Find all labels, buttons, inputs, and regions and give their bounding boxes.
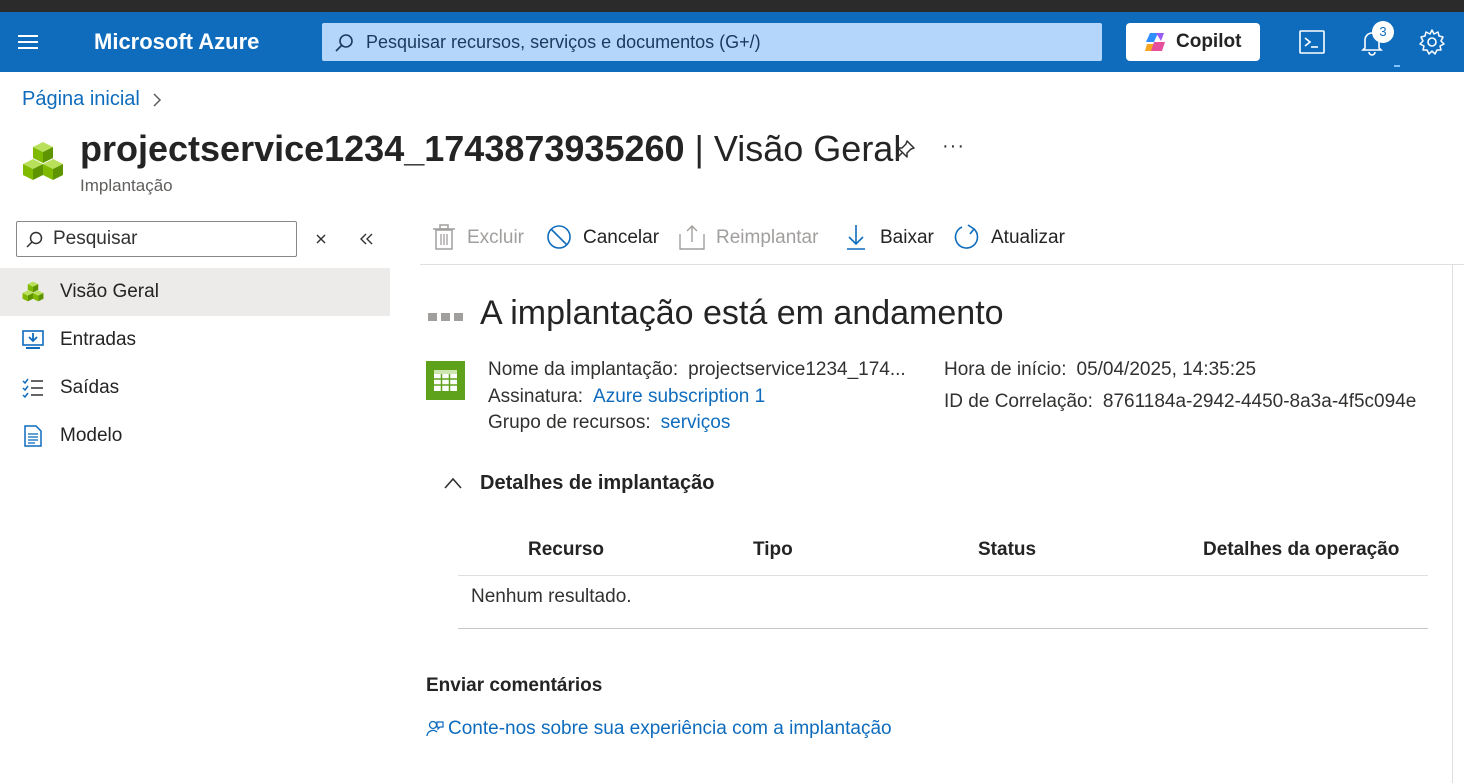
column-header-status[interactable]: Status: [978, 539, 1036, 561]
breadcrumb-home-link[interactable]: Página inicial: [22, 88, 140, 110]
deployment-name-value: projectservice1234_174...: [688, 359, 906, 380]
settings-gear-icon[interactable]: [1416, 26, 1448, 58]
nav-item-template[interactable]: Modelo: [0, 412, 390, 460]
chevron-right-icon: [153, 93, 162, 107]
delete-button[interactable]: Excluir: [432, 222, 528, 254]
refresh-icon: [954, 224, 979, 249]
nav-search[interactable]: [16, 221, 297, 257]
hamburger-menu-icon[interactable]: [16, 30, 40, 54]
cloud-shell-icon[interactable]: [1296, 26, 1328, 58]
column-header-type[interactable]: Tipo: [753, 539, 793, 561]
correlation-id-row: ID de Correlação: 8761184a-2942-4450-8a3a…: [944, 391, 1420, 413]
toolbar-divider: [420, 264, 1464, 265]
collapse-nav-icon[interactable]: [357, 230, 375, 248]
refresh-label: Atualizar: [991, 227, 1065, 248]
deployment-cubes-icon: [23, 142, 63, 180]
notification-indicator: [1394, 65, 1400, 67]
table-bottom-divider: [458, 628, 1428, 629]
nav-search-input[interactable]: [53, 222, 293, 256]
trash-icon: [433, 224, 455, 250]
template-document-icon: [24, 425, 42, 447]
cubes-icon: [22, 281, 44, 302]
deployment-name-label: Nome da implantação:: [488, 359, 679, 380]
subscription-link[interactable]: Azure subscription 1: [593, 386, 765, 407]
subscription-label: Assinatura:: [488, 386, 584, 407]
feedback-person-icon: [426, 720, 444, 737]
global-search-input[interactable]: [366, 23, 1086, 61]
table-empty-message: Nenhum resultado.: [471, 586, 632, 607]
start-time-row: Hora de início: 05/04/2025, 14:35:25: [944, 359, 1256, 381]
nav-item-label: Saídas: [60, 377, 120, 398]
nav-item-label: Visão Geral: [60, 281, 159, 302]
correlation-id-value: 8761184a-2942-4450-8a3a-4f5c094e: [1102, 391, 1417, 412]
cancel-circle-icon: [547, 225, 571, 249]
feedback-link-text: Conte-nos sobre sua experiência com a im…: [448, 718, 892, 739]
global-search[interactable]: [322, 23, 1102, 61]
notification-count-badge: 3: [1372, 21, 1394, 43]
copilot-label: Copilot: [1176, 31, 1242, 52]
feedback-title: Enviar comentários: [426, 675, 603, 696]
search-icon: [335, 34, 353, 52]
download-button[interactable]: Baixar: [846, 222, 936, 254]
pin-icon[interactable]: [893, 138, 917, 162]
top-header: Microsoft Azure Copilot 3: [0, 12, 1464, 72]
nav-item-outputs[interactable]: Saídas: [0, 364, 390, 412]
resource-group-label: Grupo de recursos:: [488, 412, 651, 433]
brand-title[interactable]: Microsoft Azure: [94, 29, 259, 55]
copilot-button[interactable]: Copilot: [1126, 23, 1260, 61]
cancel-label: Cancelar: [583, 227, 660, 248]
resource-group-row: Grupo de recursos: serviços: [488, 412, 730, 434]
deployment-name-row: Nome da implantação: projectservice1234_1…: [488, 359, 906, 381]
start-time-value: 05/04/2025, 14:35:25: [1076, 359, 1257, 380]
cancel-button[interactable]: Cancelar: [546, 222, 660, 254]
chevron-up-icon[interactable]: [443, 476, 463, 490]
correlation-id-label: ID de Correlação:: [944, 391, 1093, 412]
download-label: Baixar: [880, 227, 934, 248]
deployment-table-icon: [426, 361, 465, 400]
breadcrumb: Página inicial: [22, 88, 162, 111]
clear-search-icon[interactable]: [312, 230, 330, 248]
copilot-icon: [1145, 33, 1165, 51]
upload-icon: [679, 225, 705, 250]
column-header-operation-details[interactable]: Detalhes da operação: [1203, 539, 1399, 561]
redeploy-button[interactable]: Reimplantar: [679, 222, 824, 254]
page-title: projectservice1234_1743873935260 | Visão…: [80, 128, 901, 170]
redeploy-label: Reimplantar: [716, 227, 819, 248]
more-options-icon[interactable]: ···: [942, 135, 965, 158]
subscription-row: Assinatura: Azure subscription 1: [488, 386, 765, 408]
page-title-resource: projectservice1234_1743873935260: [80, 128, 685, 169]
deployment-status-title: A implantação está em andamento: [480, 294, 1004, 332]
outputs-list-icon: [22, 378, 43, 399]
window-top-strip: [0, 0, 1464, 12]
start-time-label: Hora de início:: [944, 359, 1067, 380]
page-title-section: | Visão Geral: [684, 128, 902, 169]
delete-label: Excluir: [467, 227, 525, 248]
inputs-icon: [22, 330, 44, 349]
in-progress-icon: [428, 313, 464, 321]
nav-item-label: Entradas: [60, 329, 137, 350]
nav-item-label: Modelo: [60, 425, 123, 446]
feedback-link[interactable]: Conte-nos sobre sua experiência com a im…: [426, 718, 892, 740]
nav-item-overview[interactable]: Visão Geral: [0, 268, 390, 316]
table-header-divider: [458, 575, 1428, 576]
content-scrollbar[interactable]: [1452, 265, 1453, 783]
refresh-button[interactable]: Atualizar: [954, 222, 1069, 254]
nav-item-inputs[interactable]: Entradas: [0, 316, 390, 364]
search-icon: [26, 231, 43, 248]
resource-group-link[interactable]: serviços: [661, 412, 731, 433]
deployment-details-title[interactable]: Detalhes de implantação: [480, 472, 715, 495]
download-icon: [847, 225, 865, 250]
page-subtitle: Implantação: [80, 176, 173, 195]
column-header-resource[interactable]: Recurso: [528, 539, 604, 561]
